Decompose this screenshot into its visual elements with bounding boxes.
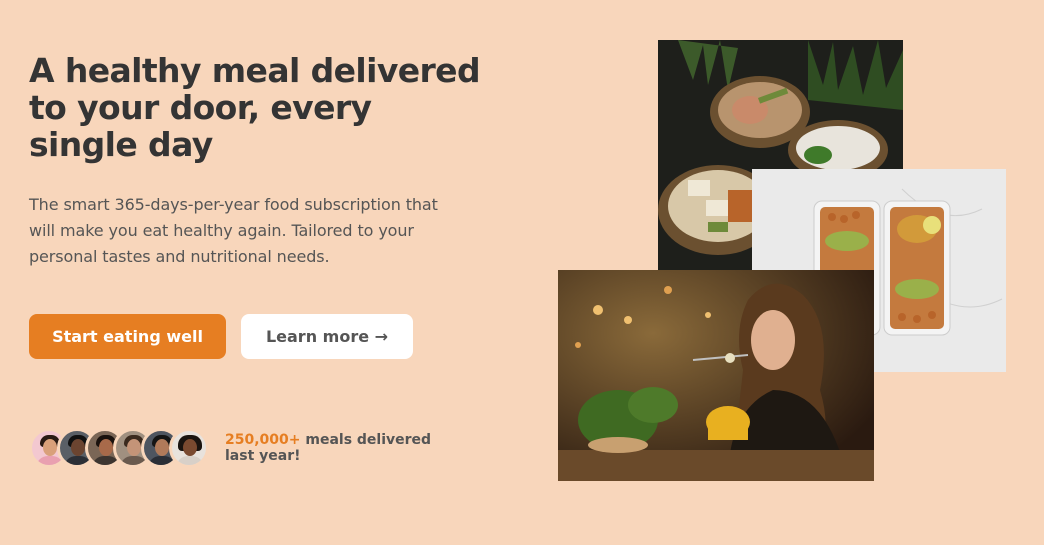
hero-text-block: A healthy meal delivered to your door, e… bbox=[29, 52, 489, 270]
delivered-meals-count: 250,000+ bbox=[225, 432, 301, 448]
woman-eating-photo-art bbox=[558, 270, 874, 481]
avatar bbox=[169, 428, 209, 468]
delivered-meals: 250,000+ meals delivered last year! bbox=[29, 428, 465, 468]
hero-description: The smart 365-days-per-year food subscri… bbox=[29, 195, 438, 266]
woman-eating-photo bbox=[558, 270, 874, 481]
customer-avatars bbox=[29, 428, 209, 468]
cta-buttons: Start eating well Learn more → bbox=[29, 314, 413, 359]
hero-title: A healthy meal delivered to your door, e… bbox=[29, 51, 481, 164]
delivered-meals-text: 250,000+ meals delivered last year! bbox=[225, 432, 465, 464]
start-eating-well-button[interactable]: Start eating well bbox=[29, 314, 226, 359]
learn-more-button[interactable]: Learn more → bbox=[241, 314, 413, 359]
